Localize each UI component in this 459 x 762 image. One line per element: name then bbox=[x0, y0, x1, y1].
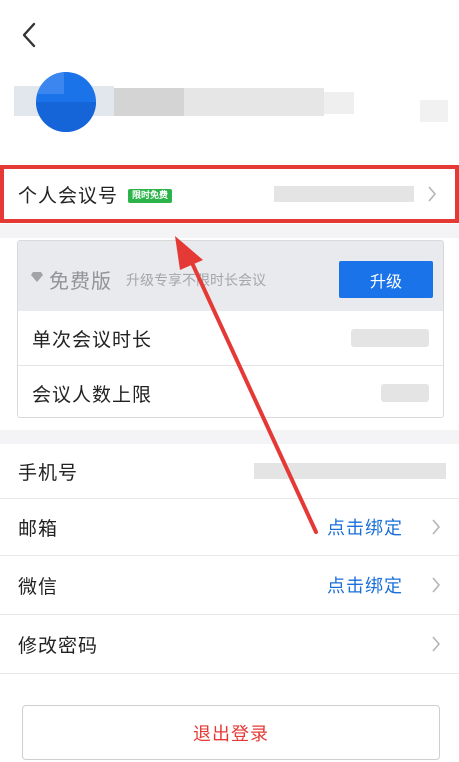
plan-subtitle: 升级专享不限时长会议 bbox=[126, 273, 266, 289]
profile-name-obscured bbox=[114, 88, 184, 116]
email-row[interactable]: 邮箱 点击绑定 bbox=[0, 499, 459, 555]
change-password-row[interactable]: 修改密码 bbox=[0, 615, 459, 673]
email-label: 邮箱 bbox=[18, 517, 59, 540]
phone-label: 手机号 bbox=[18, 461, 79, 484]
plan-header: 免费版 升级专享不限时长会议 升级 bbox=[18, 241, 443, 311]
chevron-right-icon bbox=[431, 577, 441, 593]
email-bind-link[interactable]: 点击绑定 bbox=[327, 514, 403, 540]
phone-value-obscured bbox=[254, 463, 446, 479]
personal-meeting-id-label: 个人会议号 bbox=[18, 184, 119, 207]
upgrade-button[interactable]: 升级 bbox=[339, 261, 433, 298]
phone-row[interactable]: 手机号 bbox=[0, 444, 459, 498]
back-button[interactable] bbox=[14, 18, 44, 52]
participant-limit-value-obscured bbox=[381, 384, 429, 402]
single-meeting-duration-label: 单次会议时长 bbox=[32, 329, 153, 351]
participant-limit-row: 会议人数上限 bbox=[18, 366, 443, 417]
chevron-left-icon bbox=[22, 22, 36, 48]
wechat-row[interactable]: 微信 点击绑定 bbox=[0, 556, 459, 614]
chevron-right-icon bbox=[427, 186, 437, 202]
plan-card: 免费版 升级专享不限时长会议 升级 单次会议时长 会议人数上限 bbox=[17, 240, 444, 418]
diamond-icon bbox=[31, 272, 43, 282]
logout-button[interactable]: 退出登录 bbox=[22, 705, 440, 760]
wechat-label: 微信 bbox=[18, 575, 59, 598]
plan-title: 免费版 bbox=[49, 269, 112, 293]
change-password-label: 修改密码 bbox=[18, 634, 99, 657]
meeting-id-value-obscured bbox=[274, 186, 414, 202]
wechat-bind-link[interactable]: 点击绑定 bbox=[327, 572, 403, 598]
chevron-right-icon bbox=[431, 636, 441, 652]
avatar[interactable] bbox=[36, 72, 96, 132]
personal-meeting-id-row[interactable]: 个人会议号 限时免费 bbox=[0, 165, 459, 223]
single-meeting-duration-value-obscured bbox=[351, 329, 429, 347]
limited-free-badge: 限时免费 bbox=[128, 189, 173, 203]
chevron-right-icon bbox=[431, 519, 441, 535]
participant-limit-label: 会议人数上限 bbox=[32, 384, 153, 406]
profile-header bbox=[0, 70, 459, 150]
single-meeting-duration-row: 单次会议时长 bbox=[18, 311, 443, 365]
